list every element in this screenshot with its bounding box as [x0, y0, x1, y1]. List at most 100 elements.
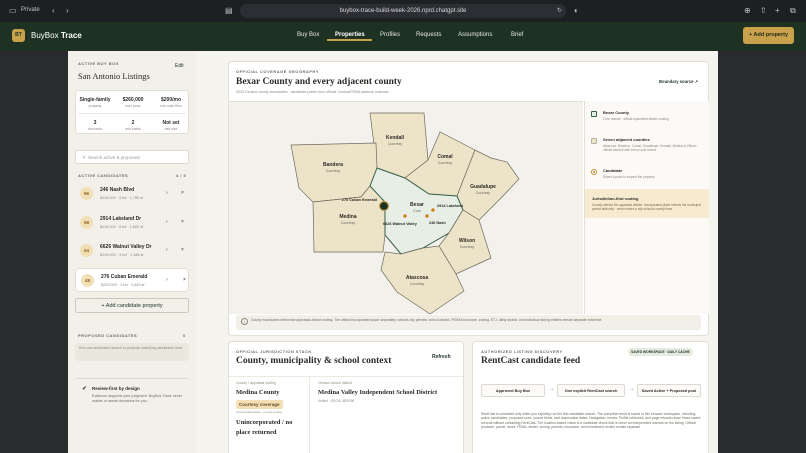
buybox-stats: Single-family property $260,000 max price … — [75, 90, 189, 134]
arrow-right-icon[interactable]: › — [166, 219, 168, 225]
browser-toolbar: ▭ Private ‹ › ▤ buybox-trace-build-week-… — [0, 0, 806, 22]
county-label-comal: Comal — [437, 154, 453, 160]
sidebar-toggle-icon[interactable]: ▭ — [9, 6, 17, 16]
pin-nash[interactable] — [424, 213, 430, 219]
close-icon[interactable]: × — [181, 219, 184, 225]
search-icon: # — [83, 155, 86, 160]
jurisdiction-place: Unincorporated / no place returned — [236, 419, 293, 436]
nav-assumptions[interactable]: Assumptions — [458, 32, 492, 38]
county-sub-guadalupe: Courtesy — [476, 191, 491, 195]
nav-requests[interactable]: Requests — [416, 32, 441, 38]
candidate-card-selected[interactable]: 48 276 Cuban Emerald $229,000 · 3 bd · 1… — [75, 268, 189, 292]
forward-icon[interactable]: › — [66, 6, 69, 16]
active-candidates-count: 4 / 5 — [176, 173, 187, 178]
candidate-card[interactable]: 56 246 Nash Blvd $115,000 · 3 bd · 1,780… — [75, 182, 189, 206]
back-icon[interactable]: ‹ — [52, 6, 55, 16]
county-label-wilson: Wilson — [459, 238, 475, 244]
jurisdiction-school: Medina Valley Independent School Distric… — [318, 389, 438, 396]
routing-callout: Jurisdiction-first routing County select… — [585, 189, 709, 218]
add-candidate-button[interactable]: + Add candidate property — [75, 298, 189, 313]
county-label-medina: Medina — [339, 214, 356, 220]
candidate-score: 54 — [80, 244, 93, 257]
close-icon[interactable]: × — [183, 277, 186, 283]
reader-icon[interactable]: ▤ — [225, 6, 233, 16]
county-label-bexar: Bexar — [410, 202, 424, 208]
listing-title: RentCast candidate feed — [481, 356, 581, 366]
county-label-atascosa: Atascosa — [406, 275, 428, 281]
jurisdiction-county: Medina County — [236, 389, 280, 396]
buybox-name: San Antonio Listings — [78, 71, 150, 81]
pin-label-walnut-valley: 6626 Walnut Valley — [383, 222, 418, 226]
saved-workspace-badge: SAVED WORKSPACE · DAILY CACHE — [628, 348, 693, 356]
page-margin-right — [718, 51, 806, 453]
candidate-search-input[interactable]: # Search active & proposed — [75, 150, 189, 164]
county-sub-atascosa: Courtesy — [410, 282, 425, 286]
pin-cuban-emerald[interactable] — [378, 200, 390, 212]
flow-rentcast-search: One explicit RentCast search — [557, 384, 625, 397]
jurisdiction-column-divider — [309, 377, 310, 453]
review-first-notice: ✔ Review-first by design Evidence suppor… — [75, 378, 189, 418]
refresh-button[interactable]: Refresh — [432, 354, 451, 360]
candidate-card[interactable]: 54 6626 Walnut Valley Dr $149,000 · 4 bd… — [75, 239, 189, 263]
active-buybox-label: ACTIVE BUY BOX — [78, 61, 119, 66]
listing-label: AUTHORIZED LISTING DISCOVERY — [481, 349, 563, 354]
close-icon[interactable]: × — [181, 247, 184, 253]
candidate-name: 246 Nash Blvd — [100, 187, 135, 193]
jurisdiction-label: OFFICIAL JURISDICTION STACK — [236, 349, 312, 354]
arrow-right-icon[interactable]: › — [166, 247, 168, 253]
permit-routing-label: Incorporated place · permit routing — [236, 410, 282, 414]
pin-lakeland[interactable] — [430, 207, 436, 213]
coverage-title: Bexar County and every adjacent county — [236, 77, 402, 87]
county-sub-comal: Courtesy — [438, 161, 453, 165]
address-bar[interactable]: buybox-trace-build-week-2026.nprd.chatgp… — [240, 4, 566, 18]
listing-description: RentCast is contacted only when you expl… — [481, 412, 701, 430]
edit-buybox-button[interactable]: Edit — [175, 63, 184, 69]
tabs-icon[interactable]: ⧉ — [790, 6, 796, 16]
flow-arrow-icon: → — [549, 386, 554, 392]
county-routing-label: County / appraisal routing — [236, 381, 276, 385]
stat-max-price: $260,000 max price — [122, 97, 144, 108]
stats-divider — [78, 113, 186, 114]
stat-min-beds: 3 min beds — [87, 120, 103, 131]
courtesy-coverage-badge: Courtesy coverage — [236, 400, 283, 409]
new-tab-icon[interactable]: + — [775, 6, 780, 16]
map-legend: Bexar County Core market · official equi… — [584, 101, 709, 314]
nav-properties[interactable]: Properties — [335, 32, 365, 38]
arrow-right-icon[interactable]: › — [166, 190, 168, 196]
download-icon[interactable]: ⊕ — [744, 6, 751, 16]
coverage-map[interactable]: Kendall Courtesy Comal Courtesy Bandera … — [229, 101, 583, 315]
share-icon[interactable]: ⇧ — [760, 6, 767, 16]
pin-walnut-valley[interactable] — [402, 213, 408, 219]
routing-text: County selects the appraisal district. I… — [592, 203, 701, 211]
swatch-candidate — [591, 169, 597, 175]
private-label: Private — [21, 7, 40, 13]
nav-profiles[interactable]: Profiles — [380, 32, 400, 38]
county-map-svg: Kendall Courtesy Comal Courtesy Bandera … — [290, 112, 520, 315]
app-header: BT BuyBox Trace Buy Box Properties Profi… — [0, 22, 806, 51]
active-candidates-label: ACTIVE CANDIDATES — [78, 173, 129, 178]
county-sub-kendall: Courtesy — [388, 142, 403, 146]
candidate-name: 2914 Lakeland Dr — [100, 216, 142, 222]
proposed-candidates-count: 0 — [183, 333, 186, 338]
flow-approved-buybox: Approved Buy Box — [481, 384, 545, 397]
nav-buy-box[interactable]: Buy Box — [297, 32, 319, 38]
county-label-bandera: Bandera — [323, 162, 343, 168]
shield-icon[interactable]: ◐ — [574, 6, 579, 16]
add-property-button[interactable]: + Add property — [743, 27, 794, 44]
boundary-source-link[interactable]: Boundary source ↗ — [659, 79, 698, 84]
close-icon[interactable]: × — [181, 190, 184, 196]
app-logo: BT — [12, 29, 25, 42]
candidate-card[interactable]: 58 2914 Lakeland Dr $115,000 · 3 bd · 1,… — [75, 211, 189, 235]
stat-property: Single-family property — [79, 97, 111, 108]
reload-icon[interactable]: ↻ — [557, 6, 562, 16]
stat-min-cash-flow: $200/mo min cash flow — [160, 97, 182, 108]
arrow-right-icon[interactable]: › — [166, 277, 168, 283]
nav-brief[interactable]: Brief — [511, 32, 523, 38]
candidate-name: 276 Cuban Emerald — [101, 274, 148, 280]
stat-min-size: Not set min size — [162, 120, 180, 131]
county-sub-bandera: Courtesy — [326, 169, 341, 173]
pin-label-cuban-emerald: 276 Cuban Emerald — [342, 198, 378, 202]
county-sub-wilson: Courtesy — [460, 245, 475, 249]
page-margin-left — [0, 51, 68, 453]
school-geoid: Unified · GEOID 4829290 — [318, 399, 355, 403]
